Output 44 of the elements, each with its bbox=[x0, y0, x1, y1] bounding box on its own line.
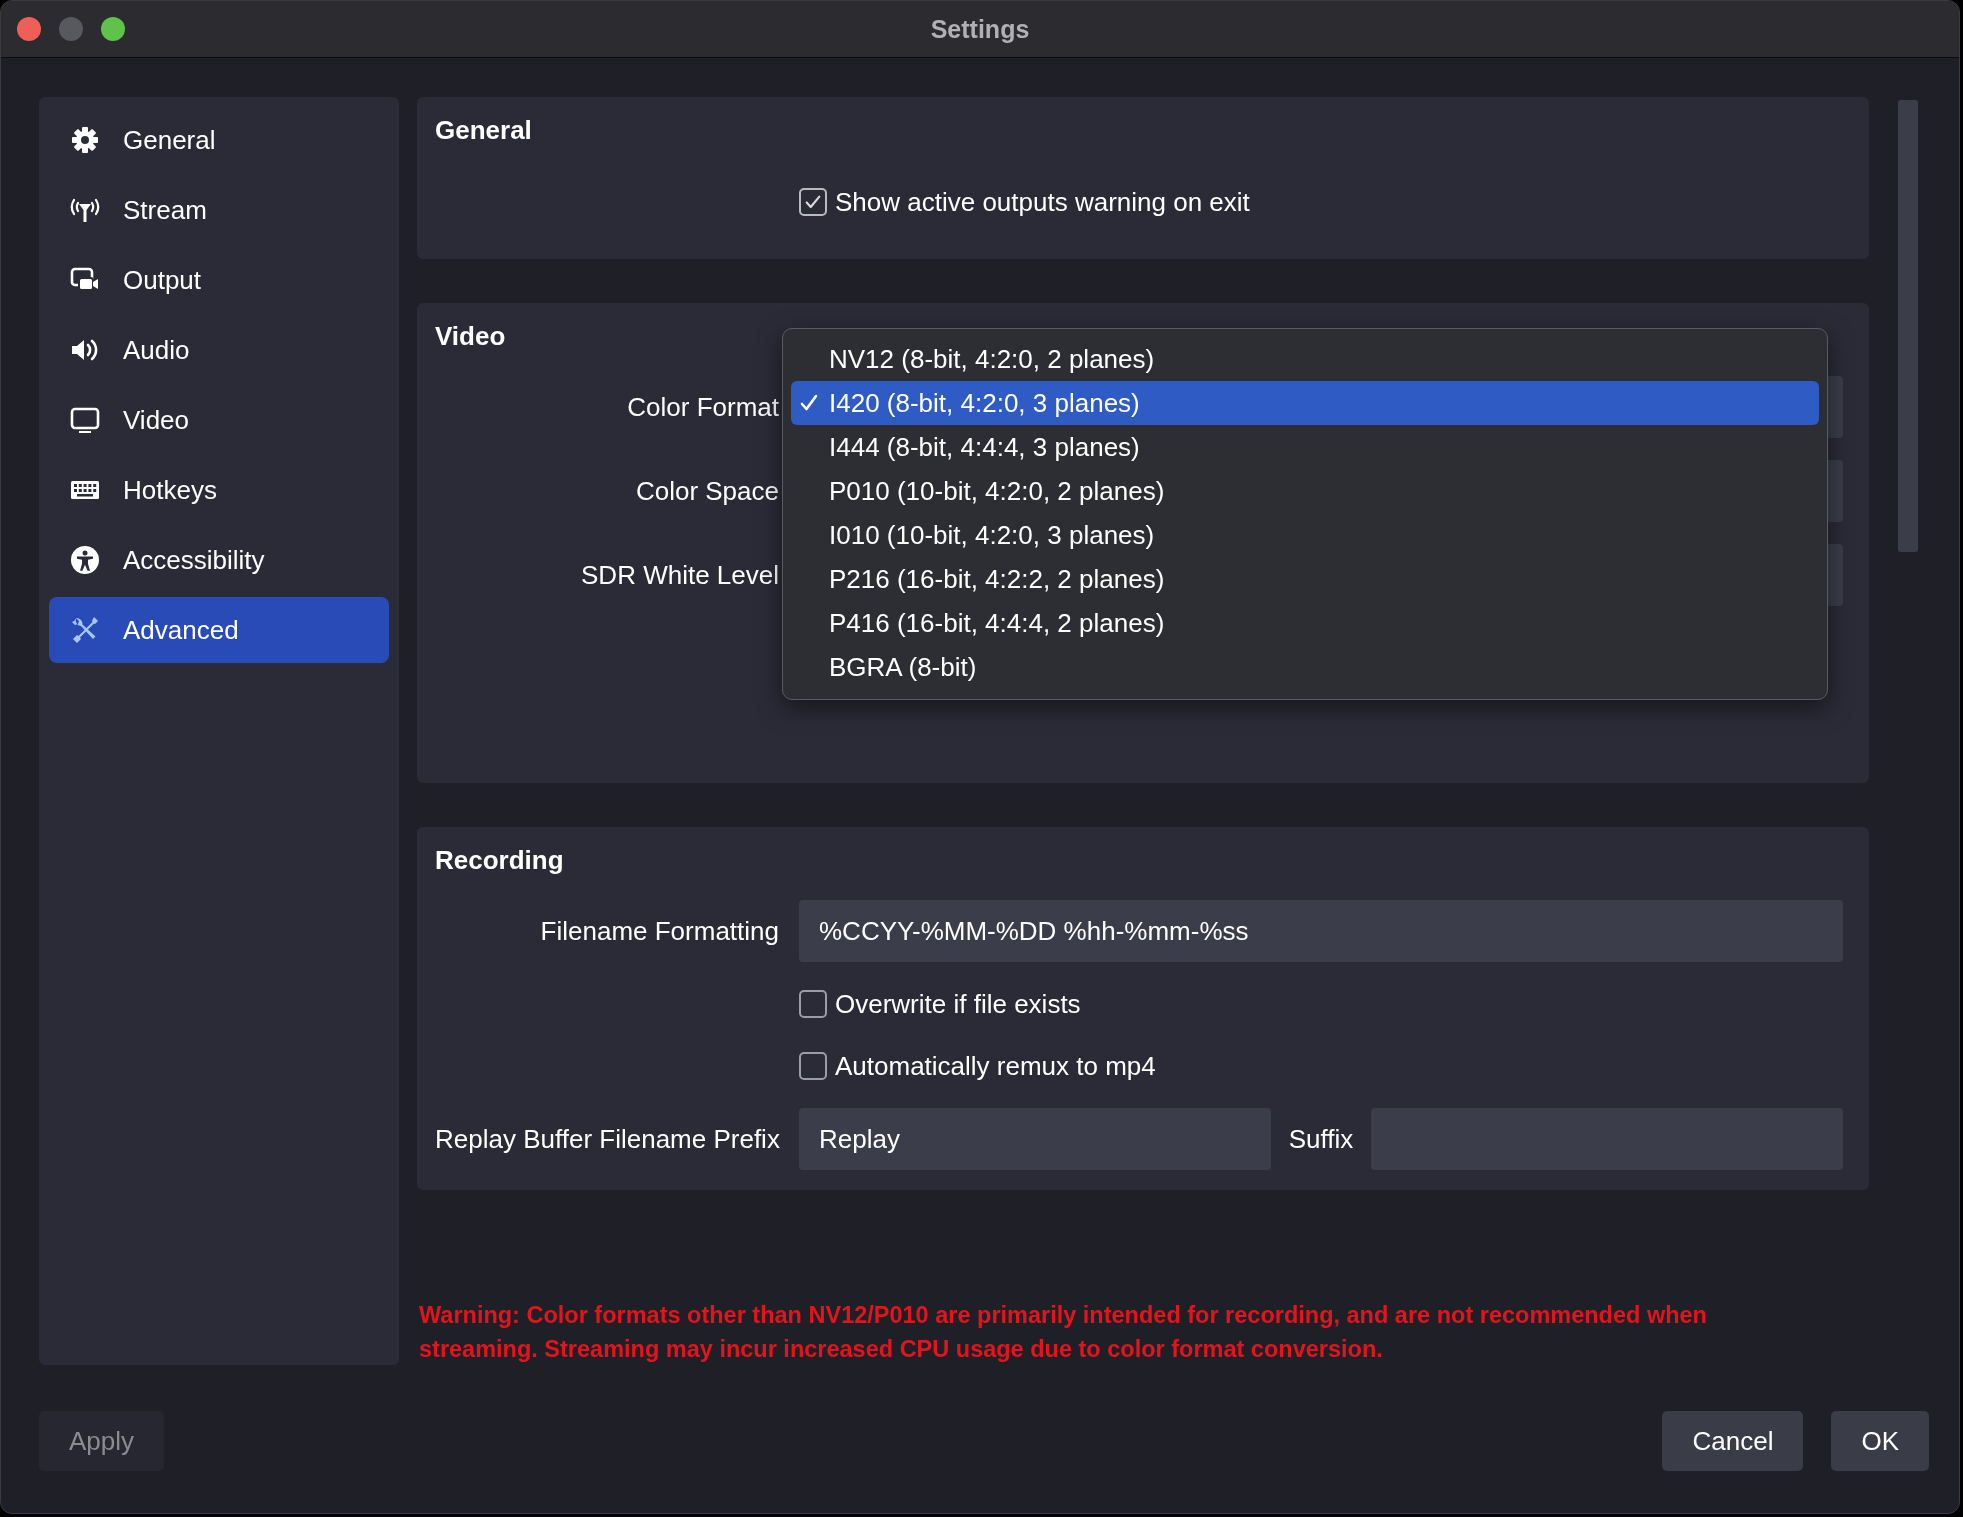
checkbox-label[interactable]: Overwrite if file exists bbox=[835, 988, 1081, 1020]
input-field[interactable]: Replay bbox=[799, 1108, 1271, 1170]
scrollbar[interactable] bbox=[1898, 100, 1918, 552]
section-title: Recording bbox=[435, 844, 565, 876]
dialog-button[interactable]: Cancel bbox=[1662, 1411, 1804, 1471]
sidebar-item[interactable]: Advanced bbox=[49, 597, 389, 663]
input-field[interactable]: %CCYY-%MM-%DD %hh-%mm-%ss bbox=[799, 900, 1843, 962]
checkmark-icon bbox=[804, 193, 822, 211]
checkbox-label[interactable]: Show active outputs warning on exit bbox=[835, 186, 1250, 218]
warning-text: Warning: Color formats other than NV12/P010 are primarily intended for recording, and are not recommended when streaming. Streaming may incur increased CPU usage due to color format conversion. bbox=[418, 1301, 1708, 1364]
zoom-button[interactable] bbox=[101, 17, 125, 41]
field-label: Color Space bbox=[634, 475, 779, 507]
sidebar-item[interactable]: Accessibility bbox=[49, 527, 389, 593]
checkbox[interactable] bbox=[799, 188, 827, 216]
dropdown-option[interactable]: P416 (16-bit, 4:4:4, 2 planes) bbox=[791, 601, 1819, 645]
dropdown-option[interactable]: NV12 (8-bit, 4:2:0, 2 planes) bbox=[791, 337, 1819, 381]
sidebar-item[interactable]: Hotkeys bbox=[49, 457, 389, 523]
checkmark-icon bbox=[799, 393, 819, 413]
checkbox[interactable] bbox=[799, 990, 827, 1018]
dropdown-option[interactable]: I010 (10-bit, 4:2:0, 3 planes) bbox=[791, 513, 1819, 557]
dropdown-option[interactable]: I444 (8-bit, 4:4:4, 3 planes) bbox=[791, 425, 1819, 469]
close-button[interactable] bbox=[17, 17, 41, 41]
field-label: Color Format bbox=[626, 391, 779, 423]
dropdown-option[interactable]: P010 (10-bit, 4:2:0, 2 planes) bbox=[791, 469, 1819, 513]
field-label: Filename Formatting bbox=[539, 915, 779, 947]
sidebar-item[interactable]: Audio bbox=[49, 317, 389, 383]
sidebar-item[interactable]: Output bbox=[49, 247, 389, 313]
section-title: Video bbox=[435, 320, 507, 352]
section-title: General bbox=[435, 114, 533, 146]
window-title: Settings bbox=[930, 14, 1030, 44]
field-label: Replay Buffer Filename Prefix bbox=[435, 1123, 779, 1155]
checkbox-label[interactable]: Automatically remux to mp4 bbox=[835, 1050, 1156, 1082]
dropdown-option[interactable]: BGRA (8-bit) bbox=[791, 645, 1819, 689]
sidebar-item[interactable]: Video bbox=[49, 387, 389, 453]
gear-icon bbox=[69, 124, 101, 156]
field-label: SDR White Level bbox=[580, 559, 779, 591]
checkbox[interactable] bbox=[799, 1052, 827, 1080]
dropdown-option[interactable]: P216 (16-bit, 4:2:2, 2 planes) bbox=[791, 557, 1819, 601]
field-label: Suffix bbox=[1288, 1123, 1354, 1155]
sidebar-item[interactable]: General bbox=[49, 107, 389, 173]
accessibility-icon bbox=[69, 544, 101, 576]
sidebar-item[interactable]: Stream bbox=[49, 177, 389, 243]
dropdown-option[interactable]: I420 (8-bit, 4:2:0, 3 planes) bbox=[791, 381, 1819, 425]
dialog-button[interactable]: OK bbox=[1831, 1411, 1929, 1471]
